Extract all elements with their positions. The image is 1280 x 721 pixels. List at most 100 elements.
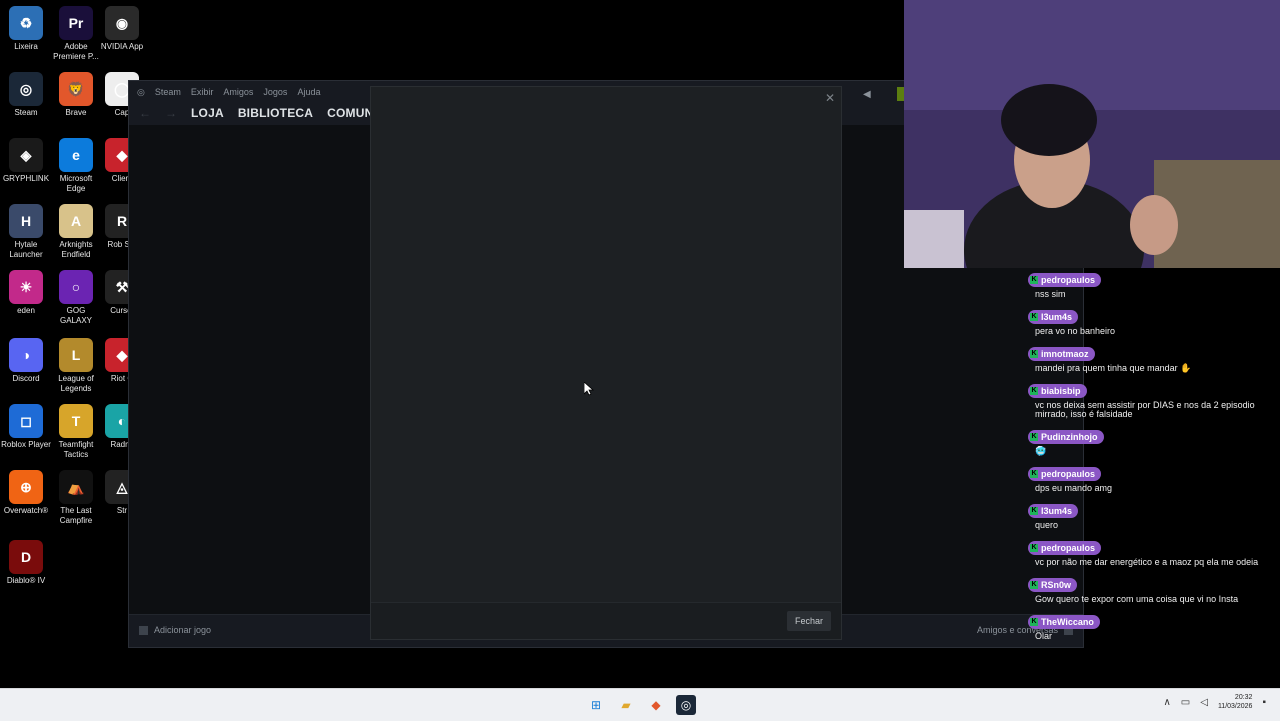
- chat-username-badge[interactable]: Kpedropaulos: [1028, 467, 1102, 481]
- webcam-image: [904, 0, 1280, 268]
- chat-message-text: Gow quero te expor com uma coisa que vi …: [1035, 594, 1239, 604]
- chat-message: Kimnotmaoz mandei pra quem tinha que mand…: [1028, 342, 1278, 373]
- tab-biblioteca[interactable]: BIBLIOTECA: [238, 106, 313, 120]
- modal-dialog: ✕ Fechar: [370, 86, 842, 640]
- desktop-icon-label: Diablo® IV: [6, 576, 46, 585]
- close-icon[interactable]: ✕: [825, 91, 835, 105]
- chat-username-badge[interactable]: Kbiabisbip: [1028, 384, 1087, 398]
- back-arrow-icon[interactable]: ←: [139, 106, 151, 120]
- close-button[interactable]: Fechar: [786, 611, 831, 631]
- menu-ajuda[interactable]: Ajuda: [297, 87, 320, 101]
- desktop-icon-label: Discord: [12, 374, 40, 383]
- menu-jogos[interactable]: Jogos: [263, 87, 287, 101]
- kick-badge-icon: K: [1030, 618, 1038, 626]
- chat-message: Kpedropaulos dps eu mando amg: [1028, 462, 1278, 493]
- menu-exibir[interactable]: Exibir: [191, 87, 214, 101]
- forward-arrow-icon[interactable]: →: [165, 106, 177, 120]
- chat-message-text: nss sim: [1035, 289, 1066, 299]
- desktop-icon[interactable]: ♻ Lixeira: [0, 6, 52, 52]
- notification-icon[interactable]: ▪: [1262, 697, 1266, 708]
- desktop-icon[interactable]: L League of Legends: [50, 338, 102, 394]
- app-icon: e: [59, 138, 93, 172]
- chat-message: Kbiabisbip vc nos deixa sem assistir por …: [1028, 379, 1278, 419]
- modal-footer: Fechar: [371, 602, 841, 639]
- chat-message: K TheWiccano Olar: [1028, 610, 1278, 641]
- app-icon: ○: [59, 270, 93, 304]
- chat-username: biabisbip: [1041, 386, 1081, 396]
- desktop-icon[interactable]: e Microsoft Edge: [50, 138, 102, 194]
- chat-message: K Pudinzinhojo 🥶: [1028, 425, 1278, 456]
- file-explorer-icon[interactable]: ▰: [616, 695, 636, 715]
- desktop-icon[interactable]: ☀ eden: [0, 270, 52, 316]
- chat-message: Kl3um4s quero: [1028, 499, 1278, 530]
- desktop-icon[interactable]: ◈ GRYPHLINK: [0, 138, 52, 184]
- desktop-icon[interactable]: ◻ Roblox Player: [0, 404, 52, 450]
- stream-chat: Kpedropaulos nss sim Kl3um4s pera vo no ban…: [1028, 268, 1278, 647]
- taskbar: ⊞ ▰ ◆ ◎ ∧ ▭ ◁ 20:32 11/03/2026 ▪: [0, 688, 1280, 721]
- chat-username: TheWiccano: [1041, 617, 1094, 627]
- desktop-icon[interactable]: ⛺ The Last Campfire: [50, 470, 102, 526]
- kick-badge-icon: K: [1030, 276, 1038, 284]
- taskbar-apps: ⊞ ▰ ◆ ◎: [586, 695, 696, 715]
- chat-username-badge[interactable]: Kimnotmaoz: [1028, 347, 1095, 361]
- kick-badge-icon: K: [1030, 350, 1038, 358]
- network-icon[interactable]: ▭: [1181, 697, 1190, 708]
- chat-username-badge[interactable]: K RSn0w: [1028, 578, 1078, 592]
- desktop-icon[interactable]: ○ GOG GALAXY: [50, 270, 102, 326]
- desktop-icon[interactable]: 🦁 Brave: [50, 72, 102, 118]
- desktop-icon[interactable]: A Arknights Endfield: [50, 204, 102, 260]
- chat-message: Kl3um4s pera vo no banheiro: [1028, 305, 1278, 336]
- speaker-icon[interactable]: ◀: [863, 89, 871, 100]
- chat-message-text: 🥶: [1035, 446, 1047, 456]
- chat-username-badge[interactable]: Kl3um4s: [1028, 310, 1079, 324]
- chat-username-badge[interactable]: Kpedropaulos: [1028, 541, 1102, 555]
- tab-loja[interactable]: LOJA: [191, 106, 224, 120]
- app-icon: ◈: [9, 138, 43, 172]
- desktop-icon-label: The Last Campfire: [59, 506, 93, 525]
- chat-message-text: dps eu mando amg: [1035, 483, 1113, 493]
- desktop-icon-label: Teamfight Tactics: [58, 440, 94, 459]
- menu-amigos[interactable]: Amigos: [223, 87, 253, 101]
- volume-icon[interactable]: ◁: [1200, 697, 1208, 708]
- kick-badge-icon: K: [1030, 544, 1038, 552]
- app-icon: 🦁: [59, 72, 93, 106]
- desktop-icon[interactable]: T Teamfight Tactics: [50, 404, 102, 460]
- chat-message-text: pera vo no banheiro: [1035, 326, 1116, 336]
- chat-username-badge[interactable]: Kpedropaulos: [1028, 273, 1102, 287]
- desktop-icon[interactable]: ◎ Steam: [0, 72, 52, 118]
- brave-icon[interactable]: ◆: [646, 695, 666, 715]
- app-icon: ⊕: [9, 470, 43, 504]
- clock-time: 20:32: [1234, 694, 1253, 701]
- menu-steam[interactable]: Steam: [155, 87, 181, 101]
- desktop-icon-label: Roblox Player: [1, 440, 51, 449]
- kick-badge-icon: K: [1030, 507, 1038, 515]
- desktop-icon-label: eden: [17, 306, 35, 315]
- desktop-icon[interactable]: ◉ NVIDIA App: [96, 6, 148, 52]
- chat-message-text: vc por não me dar energético e a maoz pq…: [1035, 557, 1259, 567]
- chevron-up-icon[interactable]: ∧: [1163, 697, 1170, 708]
- chat-username-badge[interactable]: K Pudinzinhojo: [1028, 430, 1104, 444]
- chat-username-badge[interactable]: Kl3um4s: [1028, 504, 1079, 518]
- chat-message-text: Olar: [1035, 631, 1053, 641]
- chat-username: pedropaulos: [1041, 275, 1096, 285]
- app-icon: A: [59, 204, 93, 238]
- system-tray: ∧ ▭ ◁ 20:32 11/03/2026 ▪: [1163, 693, 1266, 711]
- chat-username-badge[interactable]: K TheWiccano: [1028, 615, 1100, 629]
- app-icon: H: [9, 204, 43, 238]
- chat-message: Kpedropaulos nss sim: [1028, 268, 1278, 299]
- app-icon: D: [9, 540, 43, 574]
- desktop-icon[interactable]: H Hytale Launcher: [0, 204, 52, 260]
- steam-taskbar-icon[interactable]: ◎: [676, 695, 696, 715]
- desktop-icon[interactable]: ◑ Discord: [0, 338, 52, 384]
- app-icon: Pr: [59, 6, 93, 40]
- desktop-icon[interactable]: ⊕ Overwatch®: [0, 470, 52, 516]
- windows-start-icon[interactable]: ⊞: [586, 695, 606, 715]
- clock[interactable]: 20:32 11/03/2026: [1218, 693, 1253, 711]
- app-icon: L: [59, 338, 93, 372]
- kick-badge-icon: K: [1030, 313, 1038, 321]
- kick-badge-icon: K: [1030, 433, 1038, 441]
- kick-badge-icon: K: [1030, 387, 1038, 395]
- desktop-icon[interactable]: Pr Adobe Premiere P...: [50, 6, 102, 62]
- desktop-icon[interactable]: D Diablo® IV: [0, 540, 52, 586]
- add-game-button[interactable]: Adicionar jogo: [139, 625, 211, 635]
